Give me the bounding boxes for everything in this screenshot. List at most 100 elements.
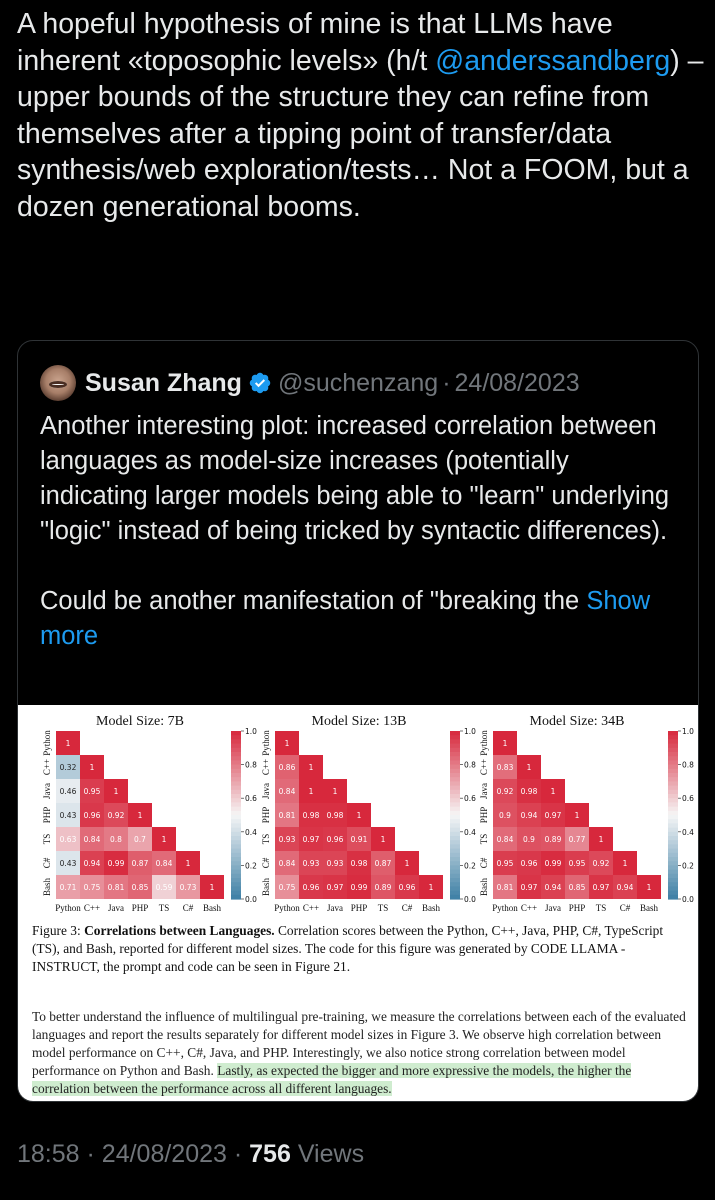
cell-value-label: 1 — [333, 787, 338, 796]
colorbar-segment — [231, 777, 241, 782]
colorbar-segment — [450, 777, 460, 782]
x-tick-label: Java — [545, 903, 561, 913]
colorbar-segment — [231, 743, 241, 749]
x-tick-label: Bash — [203, 903, 222, 913]
cell-value-label: 0.99 — [108, 859, 125, 868]
colorbar-segment — [668, 894, 678, 900]
cell-value-label: 0.32 — [60, 763, 77, 772]
post-date[interactable]: 24/08/2023 — [102, 1140, 227, 1168]
cell-value-label: 0.96 — [327, 835, 344, 844]
colorbar-segment — [450, 815, 460, 820]
cell-value-label: 0.7 — [134, 835, 146, 844]
cell-value-label: 0.97 — [593, 883, 610, 892]
y-tick-label: Python — [42, 730, 52, 756]
y-tick-label: Java — [42, 783, 52, 799]
x-tick-label: Python — [55, 903, 81, 913]
cell-value-label: 0.97 — [303, 835, 320, 844]
post-time[interactable]: 18:58 — [17, 1140, 80, 1168]
colorbar-segment — [668, 747, 678, 753]
colorbar-tick-label: 1.0 — [682, 727, 694, 736]
cell-value-label: 0.95 — [569, 859, 586, 868]
colorbar-tick-label: 0.4 — [245, 828, 257, 837]
colorbar-segment — [231, 781, 241, 787]
cell-value-label: 0.93 — [279, 835, 296, 844]
y-tick-label: TS — [261, 834, 271, 845]
cell-value-label: 0.92 — [593, 859, 610, 868]
colorbar-segment — [450, 760, 460, 766]
colorbar-segment — [668, 806, 678, 812]
y-tick-label: Python — [479, 730, 489, 756]
cell-value-label: 1 — [210, 883, 215, 892]
colorbar-tick-label: 1.0 — [464, 727, 476, 736]
y-tick-label: C++ — [479, 759, 489, 775]
colorbar-segment — [231, 806, 241, 812]
cell-value-label: 0.94 — [617, 883, 634, 892]
colorbar-segment — [231, 789, 241, 795]
colorbar-segment — [231, 747, 241, 753]
cell-value-label: 0.43 — [60, 811, 77, 820]
views-count[interactable]: 756 — [249, 1140, 291, 1168]
colorbar-segment — [231, 802, 241, 808]
cell-value-label: 0.87 — [132, 859, 149, 868]
cell-value-label: 1 — [647, 883, 652, 892]
colorbar-segment — [450, 878, 460, 883]
colorbar-segment — [668, 861, 678, 866]
colorbar-tick-label: 0.0 — [245, 895, 257, 904]
cell-value-label: 1 — [186, 859, 191, 868]
y-tick-label: Bash — [479, 878, 489, 897]
colorbar-tick-label: 0.2 — [464, 861, 476, 870]
cell-value-label: 0.63 — [60, 835, 77, 844]
cell-value-label: 0.43 — [60, 859, 77, 868]
cell-value-label: 1 — [551, 787, 556, 796]
colorbar-segment — [450, 735, 460, 740]
colorbar-segment — [668, 827, 678, 833]
colorbar-segment — [231, 852, 241, 858]
cell-value-label: 0.85 — [132, 883, 149, 892]
cell-value-label: 0.92 — [497, 787, 514, 796]
colorbar-tick-label: 0.0 — [682, 895, 694, 904]
figure-caption: Figure 3: Correlations between Languages… — [32, 922, 688, 976]
y-tick-label: PHP — [42, 807, 52, 824]
correlation-heatmaps: Model Size: 7B 1 0.32 1 0.46 0.95 1 0.43 0.96 0.9… — [42, 714, 694, 913]
attached-paper-image[interactable]: Model Size: 7B 1 0.32 1 0.46 0.95 1 0.43 0.96 0.9… — [18, 705, 698, 1101]
y-tick-label: C# — [261, 857, 271, 868]
quote-date[interactable]: 24/08/2023 — [455, 369, 580, 398]
heatmap-title: Model Size: 34B — [530, 714, 625, 729]
quoted-tweet-card[interactable]: Susan Zhang @suchenzang · 24/08/2023 Ano… — [17, 340, 699, 1102]
cell-value-label: 0.98 — [327, 811, 344, 820]
y-tick-label: PHP — [479, 807, 489, 824]
colorbar-segment — [668, 869, 678, 875]
cell-value-label: 0.99 — [351, 883, 368, 892]
cell-value-label: 1 — [575, 811, 580, 820]
cell-value-label: 1 — [503, 739, 508, 748]
cell-value-label: 0.75 — [279, 883, 296, 892]
colorbar-tick-label: 0.6 — [682, 794, 694, 803]
cell-value-label: 1 — [599, 835, 604, 844]
author-handle[interactable]: @suchenzang — [278, 369, 438, 398]
cell-value-label: 0.84 — [279, 859, 296, 868]
caption-bold: Correlations between Languages. — [84, 923, 275, 938]
colorbar-segment — [450, 752, 460, 757]
cell-value-label: 0.97 — [327, 883, 344, 892]
y-tick-label: PHP — [261, 807, 271, 824]
cell-value-label: 0.94 — [84, 859, 101, 868]
cell-value-label: 1 — [405, 859, 410, 868]
colorbar-segment — [668, 777, 678, 782]
author-name[interactable]: Susan Zhang — [85, 369, 242, 398]
colorbar-segment — [668, 760, 678, 766]
cell-value-label: 1 — [90, 763, 95, 772]
y-tick-label: TS — [479, 834, 489, 845]
verified-badge-icon — [249, 372, 271, 394]
avatar[interactable] — [40, 365, 76, 401]
colorbar-segment — [668, 731, 678, 736]
paper-paragraph: To better understand the influence of mu… — [32, 1008, 688, 1098]
cell-value-label: 0.85 — [569, 883, 586, 892]
cell-value-label: 0.97 — [545, 811, 562, 820]
colorbar-tick-label: 0.8 — [682, 761, 694, 770]
views-label[interactable]: Views — [298, 1140, 364, 1168]
colorbar-segment — [231, 773, 241, 778]
cell-value-label: 0.89 — [545, 835, 562, 844]
mention-link[interactable]: @anderssandberg — [435, 45, 670, 77]
colorbar-segment — [231, 890, 241, 896]
colorbar-segment — [231, 735, 241, 740]
